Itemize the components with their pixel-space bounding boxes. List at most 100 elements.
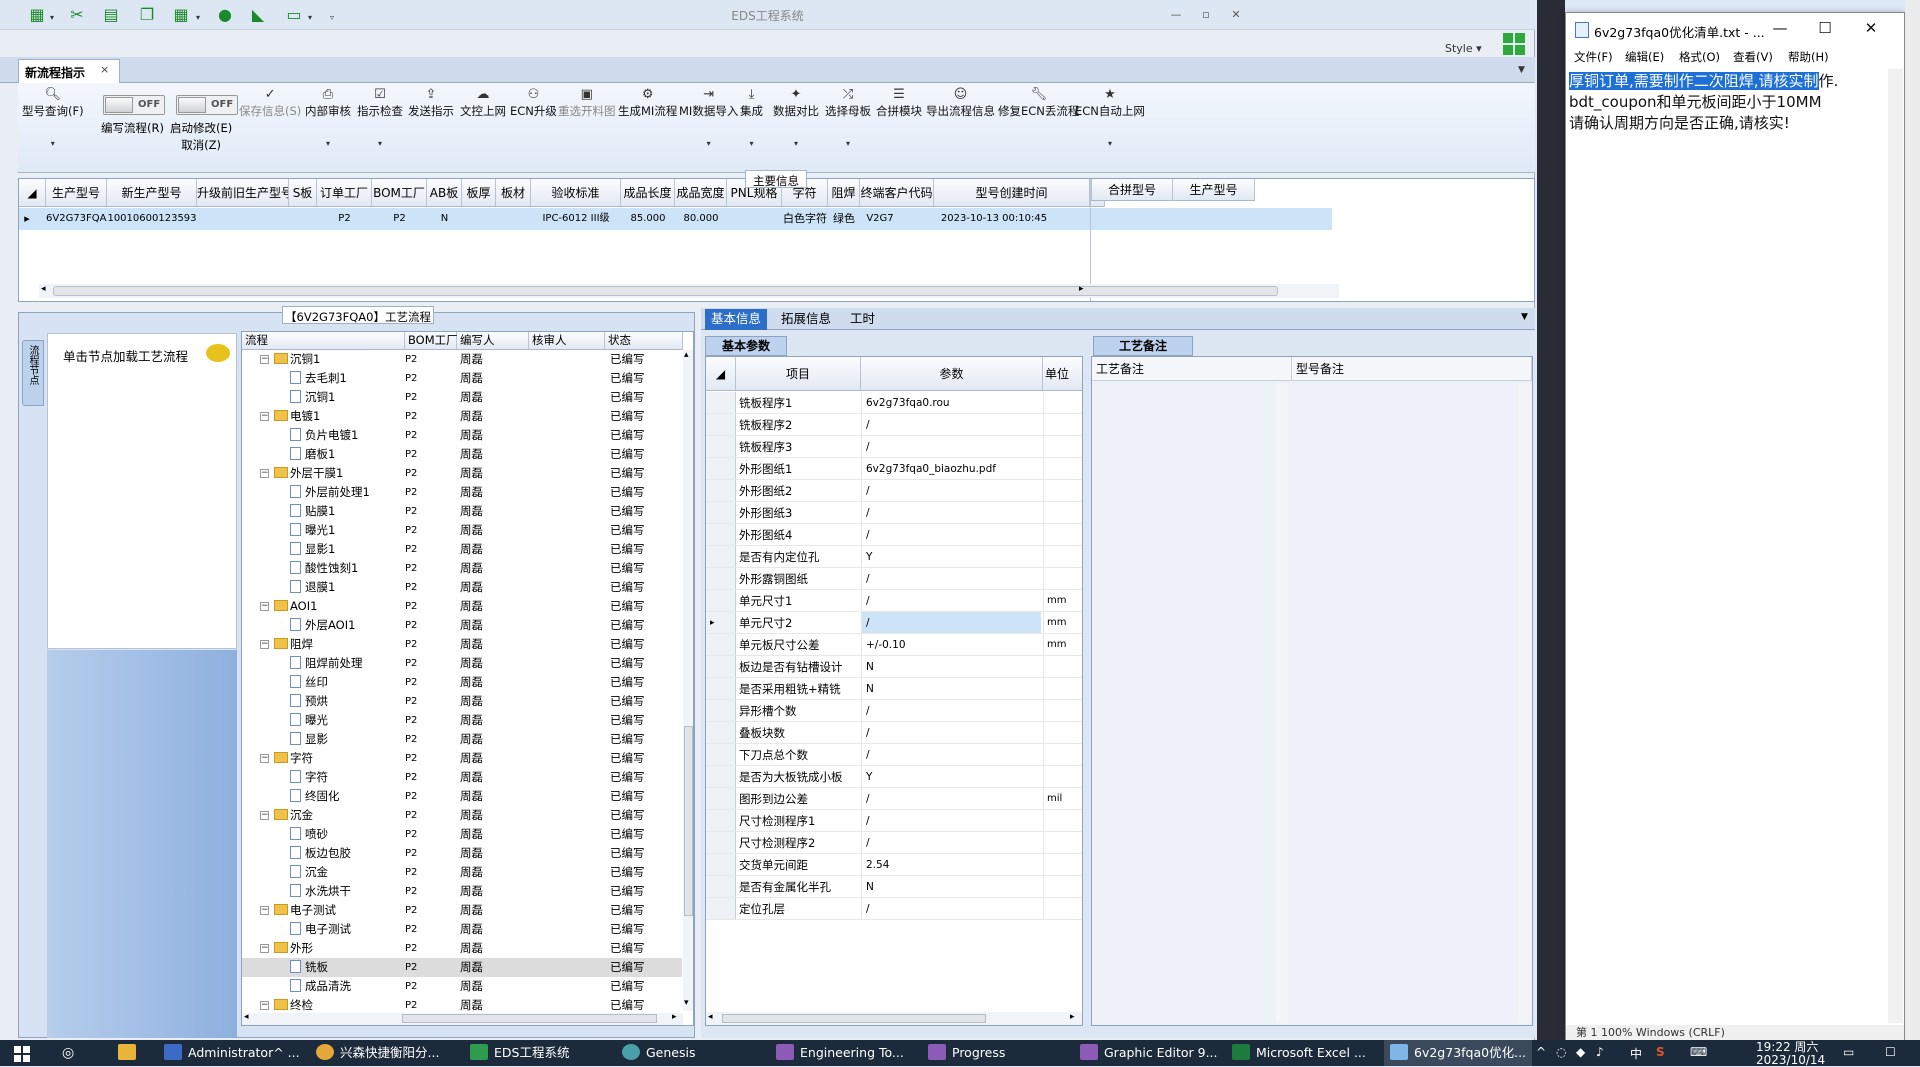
param-value[interactable]: / — [861, 590, 1041, 611]
param-row[interactable]: 外形图纸3 / — [706, 502, 1082, 524]
param-row[interactable]: 是否为大板铣成小板 Y — [706, 766, 1082, 788]
notification-icon[interactable]: ▭ — [1843, 1045, 1854, 1059]
tree-row[interactable]: 负片电镀1 P2 周磊 已编写 — [242, 426, 682, 445]
menu-edit[interactable]: 编辑(E) — [1625, 49, 1664, 65]
col-header[interactable]: BOM工厂 — [372, 179, 427, 207]
cell[interactable]: P2 — [372, 208, 427, 230]
row-header[interactable] — [706, 656, 736, 677]
row-header[interactable] — [706, 678, 736, 699]
tree-node-label[interactable]: 磨板1 — [290, 445, 335, 464]
param-value[interactable]: / — [861, 568, 1041, 589]
tab-work-hours[interactable]: 工时 — [844, 309, 881, 330]
tree-node-label[interactable]: 去毛刺1 — [290, 369, 347, 388]
scroll-right-icon[interactable]: ▸ — [1070, 1012, 1075, 1022]
tree-row[interactable]: 曝光1 P2 周磊 已编写 — [242, 521, 682, 540]
apps-grid-icon[interactable]: ▦ — [170, 6, 192, 24]
send-instruction-button[interactable]: ⇪ 发送指示 — [408, 87, 454, 119]
menu-file[interactable]: 文件(F) — [1574, 49, 1613, 65]
tree-row[interactable]: 沉金 P2 周磊 已编写 — [242, 863, 682, 882]
chevron-down-icon[interactable]: ▼ — [1518, 65, 1525, 75]
model-note-textarea[interactable] — [1294, 383, 1516, 1023]
param-row[interactable]: 板边是否有钻槽设计 N — [706, 656, 1082, 678]
row-header[interactable] — [706, 546, 736, 567]
tree-row[interactable]: 板边包胶 P2 周磊 已编写 — [242, 844, 682, 863]
param-row[interactable]: 铣板程序2 / — [706, 414, 1082, 436]
collapse-icon[interactable]: − — [260, 754, 269, 763]
tree-row[interactable]: 酸性蚀刻1 P2 周磊 已编写 — [242, 559, 682, 578]
scroll-left-icon[interactable]: ◂ — [41, 284, 46, 294]
scroll-thumb[interactable] — [722, 1014, 986, 1023]
col-header[interactable]: AB板 — [427, 179, 462, 207]
tree-node-label[interactable]: 沉金 — [290, 863, 328, 882]
col-header[interactable]: 参数 — [861, 357, 1043, 391]
collapse-icon[interactable]: − — [260, 944, 269, 953]
param-row[interactable]: ▸ 单元尺寸2 /mm — [706, 612, 1082, 634]
minimize-icon[interactable]: — — [1168, 8, 1184, 22]
cell[interactable]: 绿色 — [828, 208, 860, 230]
tree-row[interactable]: 外层前处理1 P2 周磊 已编写 — [242, 483, 682, 502]
col-header[interactable]: BOM工厂 — [405, 332, 458, 350]
vertical-scrollbar[interactable] — [1276, 383, 1288, 1023]
col-header[interactable]: 项目 — [736, 357, 861, 391]
col-header[interactable]: 成品长度 — [621, 179, 675, 207]
tree-node-label[interactable]: AOI1 — [274, 597, 317, 616]
chevron-up-icon[interactable]: ^ — [1536, 1045, 1546, 1059]
table-icon[interactable]: ▦ — [26, 6, 48, 24]
tree-row[interactable]: 丝印 P2 周磊 已编写 — [242, 673, 682, 692]
reselect-cut-drawing-button[interactable]: ▣ 重选开料图 — [558, 87, 616, 119]
row-header[interactable] — [706, 700, 736, 721]
param-value[interactable]: / — [861, 898, 1041, 919]
tree-row[interactable]: − 沉铜1 P2 周磊 已编写 — [242, 350, 682, 369]
menu-help[interactable]: 帮助(H) — [1788, 49, 1829, 65]
param-value[interactable]: / — [861, 810, 1041, 831]
maximize-icon[interactable]: ☐ — [1814, 19, 1836, 37]
minimize-icon[interactable]: — — [1769, 19, 1791, 37]
tree-row[interactable]: − AOI1 P2 周磊 已编写 — [242, 597, 682, 616]
shield-icon[interactable]: ◆ — [1576, 1045, 1585, 1059]
tree-node-label[interactable]: 曝光 — [290, 711, 328, 730]
col-header[interactable]: 生产型号 — [46, 179, 107, 207]
tree-row[interactable]: 显影 P2 周磊 已编写 — [242, 730, 682, 749]
ime-indicator[interactable]: 中 — [1630, 1045, 1642, 1062]
tree-node-label[interactable]: 阻焊前处理 — [290, 654, 363, 673]
process-node-side-tab[interactable]: 流程节点 — [22, 340, 44, 406]
scroll-thumb[interactable] — [53, 286, 1278, 296]
col-header[interactable]: 终端客户代码 — [860, 179, 934, 207]
col-header[interactable]: 板厚 — [462, 179, 496, 207]
chevron-down-icon[interactable]: ▾ — [308, 13, 316, 22]
param-row[interactable]: 定位孔层 / — [706, 898, 1082, 920]
taskbar-item[interactable]: Microsoft Excel ... — [1232, 1040, 1366, 1066]
param-value[interactable]: +/-0.10 — [861, 634, 1041, 655]
horizontal-scrollbar[interactable]: ◂ ▸ — [39, 284, 1339, 298]
restore-icon[interactable]: ▫ — [1198, 8, 1214, 22]
col-header[interactable]: S板 — [289, 179, 317, 207]
tree-row[interactable]: − 电镀1 P2 周磊 已编写 — [242, 407, 682, 426]
repair-ecn-button[interactable]: 🔧︎ 修复ECN丢流程 — [998, 87, 1079, 119]
cell[interactable]: 2023-10-13 00:10:45 — [934, 208, 1054, 230]
chevron-down-icon[interactable]: ▾ — [50, 13, 58, 22]
tree-node-label[interactable]: 外形 — [274, 939, 313, 958]
col-header[interactable]: 生产型号 — [1173, 179, 1255, 201]
tree-node-label[interactable]: 成品清洗 — [290, 977, 351, 996]
ecn-upgrade-button[interactable]: ⚇ ECN升级 — [510, 87, 557, 119]
col-header[interactable]: 验收标准 — [531, 179, 621, 207]
tree-row[interactable]: 退膜1 P2 周磊 已编写 — [242, 578, 682, 597]
tree-row[interactable]: 外层AOI1 P2 周磊 已编写 — [242, 616, 682, 635]
tree-row[interactable]: − 外形 P2 周磊 已编写 — [242, 939, 682, 958]
collapse-icon[interactable]: − — [260, 412, 269, 421]
col-header[interactable]: 合拼型号 — [1091, 179, 1173, 201]
scroll-down-icon[interactable]: ▾ — [684, 998, 689, 1008]
tree-row[interactable]: 沉铜1 P2 周磊 已编写 — [242, 388, 682, 407]
param-row[interactable]: 叠板块数 / — [706, 722, 1082, 744]
param-row[interactable]: 铣板程序3 / — [706, 436, 1082, 458]
tree-node-label[interactable]: 显影1 — [290, 540, 335, 559]
scroll-right-icon[interactable]: ▸ — [672, 1012, 677, 1022]
tree-node-label[interactable]: 沉铜1 — [274, 350, 320, 369]
param-value[interactable]: / — [861, 524, 1041, 545]
collapse-icon[interactable]: − — [260, 640, 269, 649]
tree-row[interactable]: 预烘 P2 周磊 已编写 — [242, 692, 682, 711]
param-value[interactable]: / — [861, 700, 1041, 721]
scroll-left-icon[interactable]: ◂ — [244, 1012, 249, 1022]
param-row[interactable]: 单元板尺寸公差 +/-0.10 mm — [706, 634, 1082, 656]
col-header[interactable]: 编写人 — [457, 332, 529, 350]
